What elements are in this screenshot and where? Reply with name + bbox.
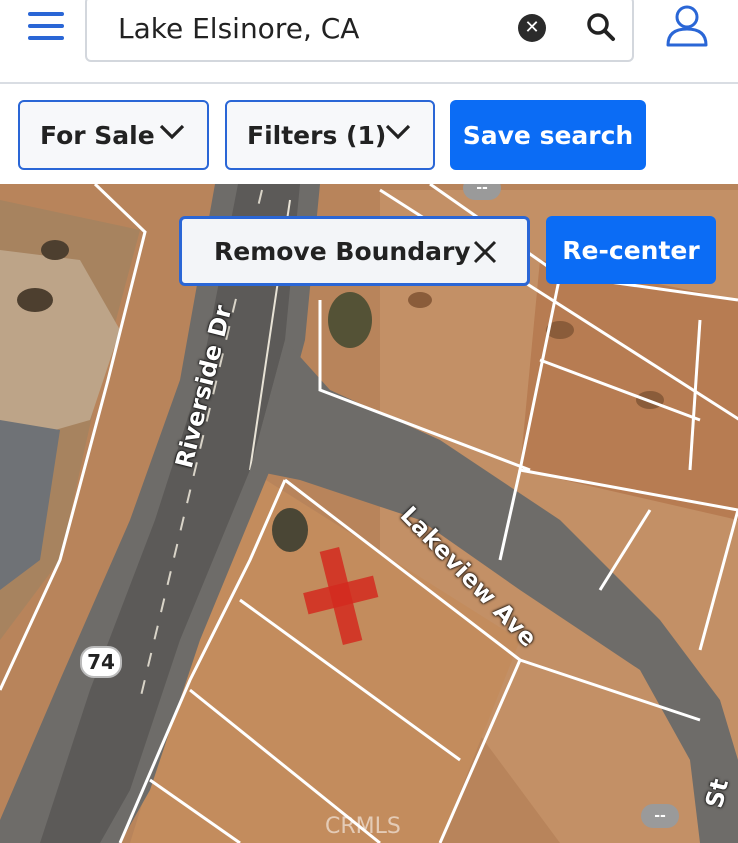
clear-icon[interactable]: ✕	[518, 14, 546, 42]
save-search-button[interactable]: Save search	[450, 100, 646, 170]
remove-boundary-button[interactable]: Remove Boundary	[179, 216, 530, 286]
search-input-value: Lake Elsinore, CA	[118, 12, 360, 45]
search-input[interactable]: Lake Elsinore, CA ✕	[85, 0, 634, 62]
recenter-button[interactable]: Re-center	[546, 216, 716, 284]
for-sale-dropdown[interactable]: For Sale	[18, 100, 209, 170]
map-view[interactable]: Remove Boundary Re-center Riverside Dr L…	[0, 184, 738, 843]
user-icon[interactable]	[664, 3, 710, 49]
filters-label: Filters (1)	[247, 120, 387, 150]
close-icon	[473, 240, 497, 264]
chevron-down-icon	[159, 124, 185, 140]
menu-icon[interactable]	[28, 12, 66, 42]
filter-bar: For Sale Filters (1) Save search	[0, 86, 738, 184]
for-sale-label: For Sale	[40, 120, 155, 150]
placeholder-badge[interactable]: --	[463, 184, 501, 200]
search-icon[interactable]	[585, 11, 617, 43]
route-shield: 74	[80, 646, 122, 678]
top-bar: Lake Elsinore, CA ✕	[0, 0, 738, 84]
remove-boundary-label: Remove Boundary	[214, 236, 471, 266]
watermark: CRMLS	[325, 814, 401, 839]
chevron-down-icon	[385, 124, 411, 140]
filters-dropdown[interactable]: Filters (1)	[225, 100, 435, 170]
placeholder-badge[interactable]: --	[641, 804, 679, 828]
